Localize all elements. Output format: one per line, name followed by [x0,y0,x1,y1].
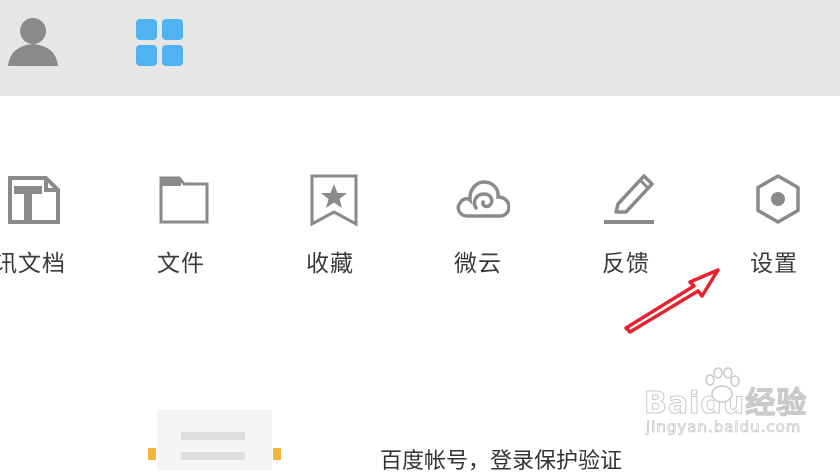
tool-label: 讯文档 [0,251,66,277]
folder-icon [159,176,209,224]
user-avatar-icon[interactable] [6,14,60,68]
card-thumbnail[interactable] [157,410,272,470]
bookmark-star-icon [310,174,358,227]
tool-label: 收藏 [306,251,354,277]
watermark: Baidu经验 jingyan.baidu.com [643,366,840,446]
apps-grid-icon[interactable] [136,19,184,67]
tool-settings[interactable]: 设置 [714,170,834,280]
watermark-url: jingyan.baidu.com [646,418,802,437]
card-accent-right [273,448,281,460]
cloud-icon [456,180,510,218]
thumbnail-line [181,452,245,460]
tool-favorites[interactable]: 收藏 [270,170,390,280]
tool-label: 文件 [157,251,205,277]
card-title[interactable]: 百度帐号，登录保护验证 [380,443,622,475]
thumbnail-line [181,432,245,440]
tool-file[interactable]: 文件 [121,170,241,280]
tool-label: 微云 [454,251,502,277]
tool-weiyun[interactable]: 微云 [418,170,538,280]
tool-label: 设置 [750,251,798,277]
document-edit-icon [8,176,60,224]
paw-icon [705,367,740,403]
annotation-arrow-icon [624,268,720,334]
card-accent-left [148,448,156,460]
top-bar [0,0,840,96]
tool-tencent-docs[interactable]: 讯文档 [0,170,90,280]
hexagon-settings-icon [756,174,800,224]
pencil-icon [604,174,654,224]
